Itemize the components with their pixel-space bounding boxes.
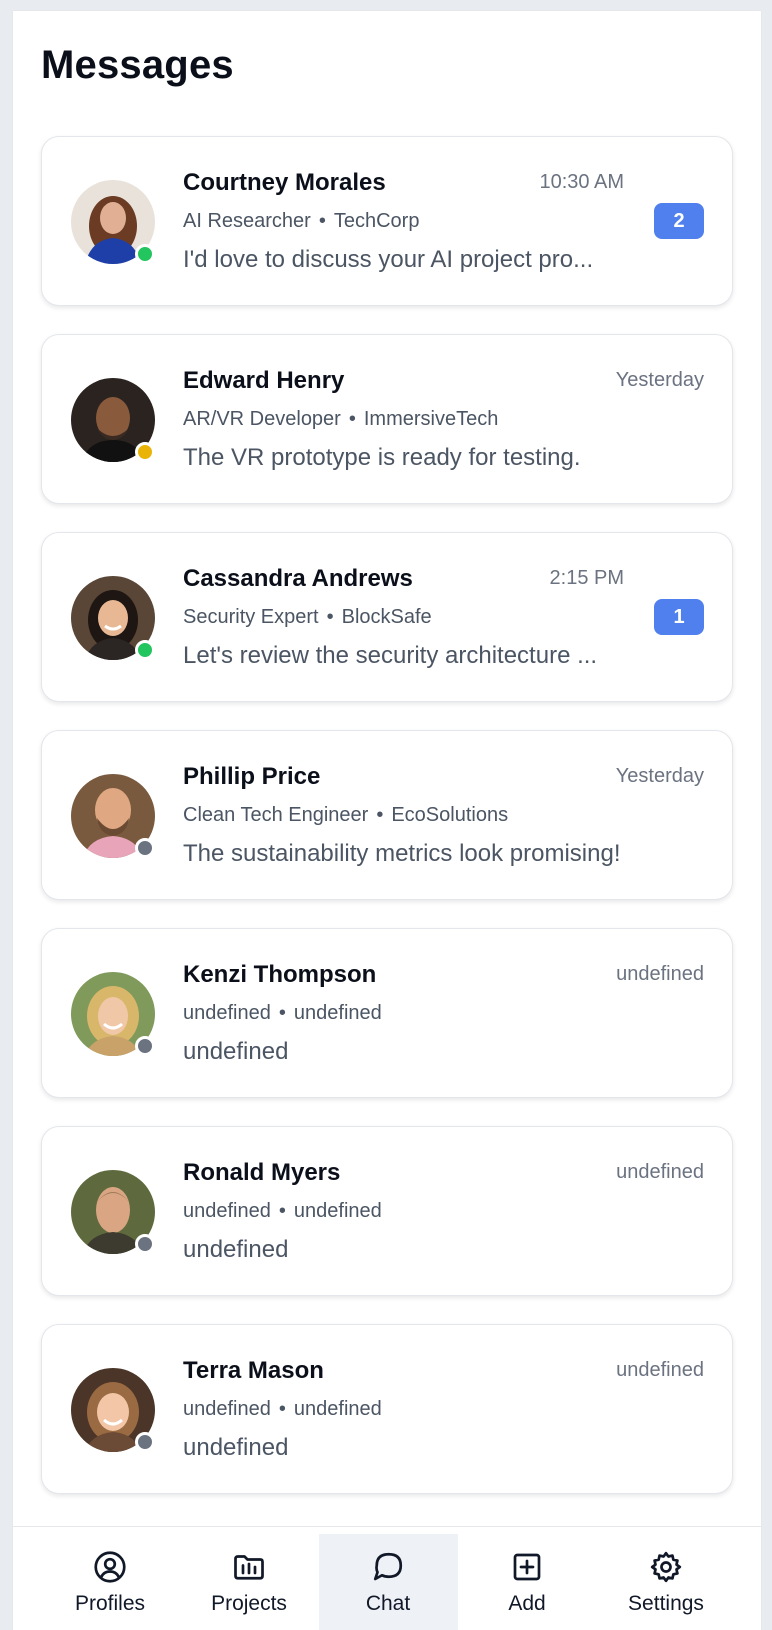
conversation-card[interactable]: Kenzi Thompson undefined undefined • undef… bbox=[41, 928, 733, 1098]
contact-role-company: undefined • undefined bbox=[183, 1398, 382, 1421]
message-preview: The VR prototype is ready for testing. bbox=[183, 444, 581, 471]
contact-name: Phillip Price bbox=[183, 763, 321, 790]
message-preview: The sustainability metrics look promisin… bbox=[183, 840, 621, 867]
contact-name: Kenzi Thompson bbox=[183, 961, 377, 988]
nav-label: Add bbox=[508, 1592, 546, 1615]
contact-company: undefined bbox=[293, 1002, 382, 1024]
offline-status-dot bbox=[135, 1036, 155, 1056]
nav-label: Chat bbox=[365, 1592, 411, 1615]
message-time: 10:30 AM bbox=[539, 171, 624, 193]
unread-badge: 1 bbox=[654, 599, 704, 635]
contact-role-company: AI Researcher • TechCorp bbox=[183, 210, 419, 233]
separator-dot: • bbox=[348, 408, 356, 430]
message-time: Yesterday bbox=[615, 765, 704, 787]
contact-role: undefined bbox=[183, 1002, 271, 1024]
conversation-card[interactable]: Phillip Price Yesterday Clean Tech Engin… bbox=[41, 730, 733, 900]
avatar bbox=[71, 576, 155, 660]
message-preview: Let's review the security architecture .… bbox=[183, 642, 598, 669]
nav-item-chat[interactable]: Chat bbox=[318, 1534, 458, 1630]
conversation-card[interactable]: Edward Henry Yesterday AR/VR Developer • I… bbox=[41, 334, 733, 504]
online-status-dot bbox=[135, 244, 155, 264]
conversation-card[interactable]: Ronald Myers undefined undefined • undefin… bbox=[41, 1126, 733, 1296]
separator-dot: • bbox=[318, 210, 326, 232]
avatar bbox=[71, 1170, 155, 1254]
contact-role: AR/VR Developer bbox=[183, 408, 341, 430]
gear-icon bbox=[650, 1551, 682, 1583]
message-time: undefined bbox=[616, 1161, 704, 1183]
nav-item-add[interactable]: Add bbox=[458, 1534, 597, 1630]
nav-item-profiles[interactable]: Profiles bbox=[41, 1534, 180, 1630]
away-status-dot bbox=[135, 442, 155, 462]
nav-item-settings[interactable]: Settings bbox=[597, 1534, 736, 1630]
contact-role-company: Security Expert • BlockSafe bbox=[183, 606, 432, 629]
nav-label: Projects bbox=[211, 1592, 287, 1615]
message-preview: undefined bbox=[183, 1038, 289, 1065]
contact-company: ImmersiveTech bbox=[363, 408, 499, 430]
avatar bbox=[71, 180, 155, 264]
contact-name: Ronald Myers bbox=[183, 1159, 341, 1186]
avatar bbox=[71, 972, 155, 1056]
plus-square-icon bbox=[513, 1553, 541, 1581]
chat-bubble-icon bbox=[373, 1552, 403, 1581]
unread-badge: 2 bbox=[654, 203, 704, 239]
online-status-dot bbox=[135, 640, 155, 660]
contact-company: TechCorp bbox=[333, 210, 420, 232]
separator-dot: • bbox=[278, 1002, 286, 1024]
message-preview: undefined bbox=[183, 1434, 289, 1461]
message-time: undefined bbox=[616, 1359, 704, 1381]
contact-role-company: Clean Tech Engineer • EcoSolutions bbox=[183, 804, 508, 827]
contact-role: AI Researcher bbox=[183, 210, 311, 232]
nav-item-projects[interactable]: Projects bbox=[180, 1534, 319, 1630]
conversation-card[interactable]: Terra Mason undefined undefined • undefine… bbox=[41, 1324, 733, 1494]
contact-role: Clean Tech Engineer bbox=[183, 804, 369, 826]
user-circle-icon bbox=[94, 1551, 126, 1583]
message-preview: undefined bbox=[183, 1236, 289, 1263]
contact-company: EcoSolutions bbox=[391, 804, 509, 826]
contact-role: undefined bbox=[183, 1398, 271, 1420]
conversation-card[interactable]: Cassandra Andrews 2:15 PM Security Exper… bbox=[41, 532, 733, 702]
avatar bbox=[71, 378, 155, 462]
separator-dot: • bbox=[376, 804, 384, 826]
message-time: 2:15 PM bbox=[549, 567, 624, 589]
contact-name: Cassandra Andrews bbox=[183, 565, 413, 592]
messages-screen: Messages Courtney Morales 10:30 AM AI Re… bbox=[12, 10, 762, 1630]
contact-name: Courtney Morales bbox=[183, 169, 386, 196]
contact-name: Terra Mason bbox=[183, 1357, 324, 1384]
contact-role: undefined bbox=[183, 1200, 271, 1222]
contact-role: Security Expert bbox=[183, 606, 319, 628]
page-title: Messages bbox=[41, 43, 234, 87]
contact-role-company: undefined • undefined bbox=[183, 1200, 382, 1223]
contact-company: BlockSafe bbox=[341, 606, 432, 628]
separator-dot: • bbox=[278, 1398, 286, 1420]
avatar bbox=[71, 1368, 155, 1452]
conversation-list: Courtney Morales 10:30 AM AI Researcher •… bbox=[41, 136, 733, 1522]
message-preview: I'd love to discuss your AI project pro.… bbox=[183, 246, 594, 273]
nav-label: Settings bbox=[628, 1592, 704, 1615]
contact-name: Edward Henry bbox=[183, 367, 345, 394]
contact-company: undefined bbox=[293, 1200, 382, 1222]
offline-status-dot bbox=[135, 1432, 155, 1452]
contact-role-company: undefined • undefined bbox=[183, 1002, 382, 1025]
contact-company: undefined bbox=[293, 1398, 382, 1420]
folder-chart-icon bbox=[234, 1555, 264, 1580]
nav-label: Profiles bbox=[74, 1592, 146, 1615]
avatar bbox=[71, 774, 155, 858]
separator-dot: • bbox=[278, 1200, 286, 1222]
offline-status-dot bbox=[135, 1234, 155, 1254]
message-time: Yesterday bbox=[615, 369, 704, 391]
message-time: undefined bbox=[616, 963, 704, 985]
offline-status-dot bbox=[135, 838, 155, 858]
bottom-nav: Profiles Projects Chat Add Settings bbox=[13, 1526, 761, 1630]
separator-dot: • bbox=[326, 606, 334, 628]
contact-role-company: AR/VR Developer • ImmersiveTech bbox=[183, 408, 498, 431]
conversation-card[interactable]: Courtney Morales 10:30 AM AI Researcher •… bbox=[41, 136, 733, 306]
